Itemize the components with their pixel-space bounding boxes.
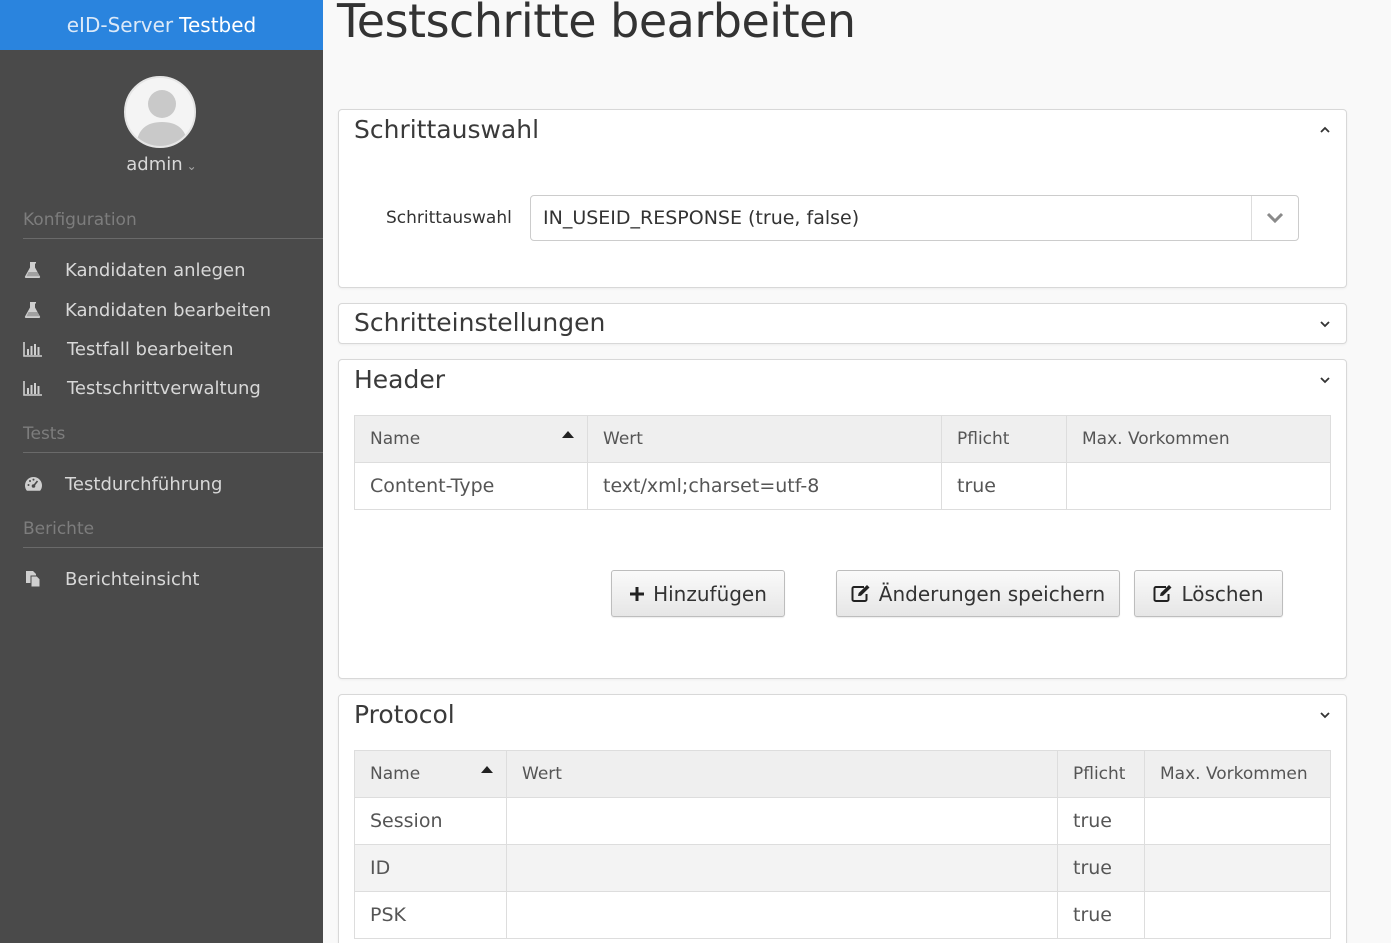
divider [23, 452, 323, 453]
delete-button-label: Löschen [1181, 581, 1264, 606]
table-header-row: Name Wert Pflicht Max. Vorkommen [354, 750, 1331, 798]
table-row[interactable]: ID true [354, 844, 1331, 892]
cell-required: true [941, 462, 1067, 510]
section-title: Konfiguration [23, 210, 137, 230]
user-silhouette-icon [126, 78, 194, 146]
avatar[interactable] [124, 76, 196, 148]
cell-name: PSK [354, 891, 507, 939]
table-row[interactable]: Content-Type text/xml;charset=utf-8 true [354, 462, 1331, 510]
step-select-label: Schrittauswahl [386, 208, 512, 228]
header-table: Name Wert Pflicht Max. Vorkommen Content… [354, 415, 1331, 510]
brand-light: eID-Server [66, 13, 174, 37]
brand-bold: Testbed [179, 13, 257, 37]
chevron-down-icon[interactable] [1318, 708, 1332, 722]
divider [23, 238, 323, 239]
divider [23, 547, 323, 548]
sidebar-item-label: Kandidaten anlegen [65, 259, 246, 281]
edit-icon [851, 584, 871, 603]
sort-ascending-icon[interactable] [562, 431, 574, 438]
panel-protocol: Protocol Name Wert Pflicht Max. Vorkomme… [338, 694, 1347, 943]
step-select-value: IN_USEID_RESPONSE (true, false) [543, 207, 860, 229]
brand-header[interactable]: eID-Server Testbed [0, 0, 323, 50]
cell-value [506, 844, 1058, 892]
cell-value [506, 797, 1058, 845]
user-name: admin [126, 154, 183, 175]
panel-step-settings[interactable]: Schritteinstellungen [338, 303, 1347, 344]
panel-step-select: Schrittauswahl Schrittauswahl IN_USEID_R… [338, 109, 1347, 288]
column-header-max[interactable]: Max. Vorkommen [1144, 750, 1331, 798]
column-header-required[interactable]: Pflicht [941, 415, 1067, 463]
sidebar-item-label: Testfall bearbeiten [67, 338, 234, 360]
cell-name: Content-Type [354, 462, 588, 510]
bar-chart-icon [23, 378, 43, 398]
sort-ascending-icon[interactable] [481, 766, 493, 773]
section-title: Berichte [23, 519, 95, 539]
chevron-down-icon[interactable] [1318, 317, 1332, 331]
table-row[interactable]: PSK true [354, 891, 1331, 939]
chevron-down-icon[interactable] [1318, 373, 1332, 387]
user-menu[interactable]: admin ⌄ [0, 154, 323, 175]
bar-chart-icon [23, 339, 43, 359]
sidebar: eID-Server Testbed admin ⌄ Konfiguration … [0, 0, 323, 943]
panel-header: Header Name Wert Pflicht Max. Vorkommen … [338, 359, 1347, 679]
cell-max [1144, 844, 1331, 892]
flask-icon [23, 300, 43, 320]
cell-max [1144, 891, 1331, 939]
flask-icon [23, 260, 43, 280]
sidebar-item-testdurchfuehrung[interactable]: Testdurchführung [23, 469, 222, 499]
cell-name: Session [354, 797, 507, 845]
delete-button[interactable]: Löschen [1134, 570, 1283, 617]
column-header-max[interactable]: Max. Vorkommen [1066, 415, 1331, 463]
sidebar-item-label: Testdurchführung [65, 473, 223, 495]
table-row[interactable]: Session true [354, 797, 1331, 845]
cell-value: text/xml;charset=utf-8 [587, 462, 942, 510]
save-changes-label: Änderungen speichern [878, 581, 1106, 606]
section-berichte: Berichte [23, 519, 323, 548]
add-button[interactable]: Hinzufügen [611, 570, 785, 617]
cell-max [1144, 797, 1331, 845]
cell-required: true [1057, 891, 1145, 939]
sidebar-item-berichteinsicht[interactable]: Berichteinsicht [23, 564, 199, 594]
cell-value [506, 891, 1058, 939]
sidebar-item-label: Berichteinsicht [65, 568, 200, 590]
sidebar-item-testfall-bearbeiten[interactable]: Testfall bearbeiten [23, 334, 234, 364]
column-header-value[interactable]: Wert [506, 750, 1058, 798]
protocol-table: Name Wert Pflicht Max. Vorkommen Session… [354, 750, 1331, 939]
panel-title: Protocol [354, 700, 455, 729]
sidebar-item-testschrittverwaltung[interactable]: Testschrittverwaltung [23, 373, 261, 403]
step-select-dropdown[interactable]: IN_USEID_RESPONSE (true, false) [530, 195, 1299, 241]
cell-max [1066, 462, 1331, 510]
panel-title: Schrittauswahl [354, 115, 540, 144]
page-title: Testschritte bearbeiten [337, 0, 856, 48]
cell-required: true [1057, 797, 1145, 845]
sidebar-item-kandidaten-anlegen[interactable]: Kandidaten anlegen [23, 255, 246, 285]
plus-icon [629, 586, 645, 602]
sidebar-item-label: Testschrittverwaltung [67, 377, 261, 399]
panel-title: Header [354, 365, 446, 394]
add-button-label: Hinzufügen [653, 581, 767, 606]
save-changes-button[interactable]: Änderungen speichern [836, 570, 1120, 617]
sidebar-item-label: Kandidaten bearbeiten [65, 299, 272, 321]
section-konfiguration: Konfiguration [23, 210, 323, 239]
column-header-value[interactable]: Wert [587, 415, 942, 463]
chevron-down-icon: ⌄ [186, 159, 197, 173]
dashboard-icon [23, 474, 43, 494]
cell-name: ID [354, 844, 507, 892]
sidebar-item-kandidaten-bearbeiten[interactable]: Kandidaten bearbeiten [23, 295, 271, 325]
panel-title: Schritteinstellungen [354, 308, 606, 337]
column-header-name[interactable]: Name [354, 415, 588, 463]
cell-required: true [1057, 844, 1145, 892]
section-tests: Tests [23, 424, 323, 453]
chevron-down-icon[interactable] [1251, 196, 1298, 240]
column-header-required[interactable]: Pflicht [1057, 750, 1145, 798]
copy-icon [23, 569, 43, 589]
section-title: Tests [23, 424, 66, 444]
chevron-up-icon[interactable] [1318, 123, 1332, 137]
table-header-row: Name Wert Pflicht Max. Vorkommen [354, 415, 1331, 463]
edit-icon [1153, 584, 1173, 603]
column-header-name[interactable]: Name [354, 750, 507, 798]
